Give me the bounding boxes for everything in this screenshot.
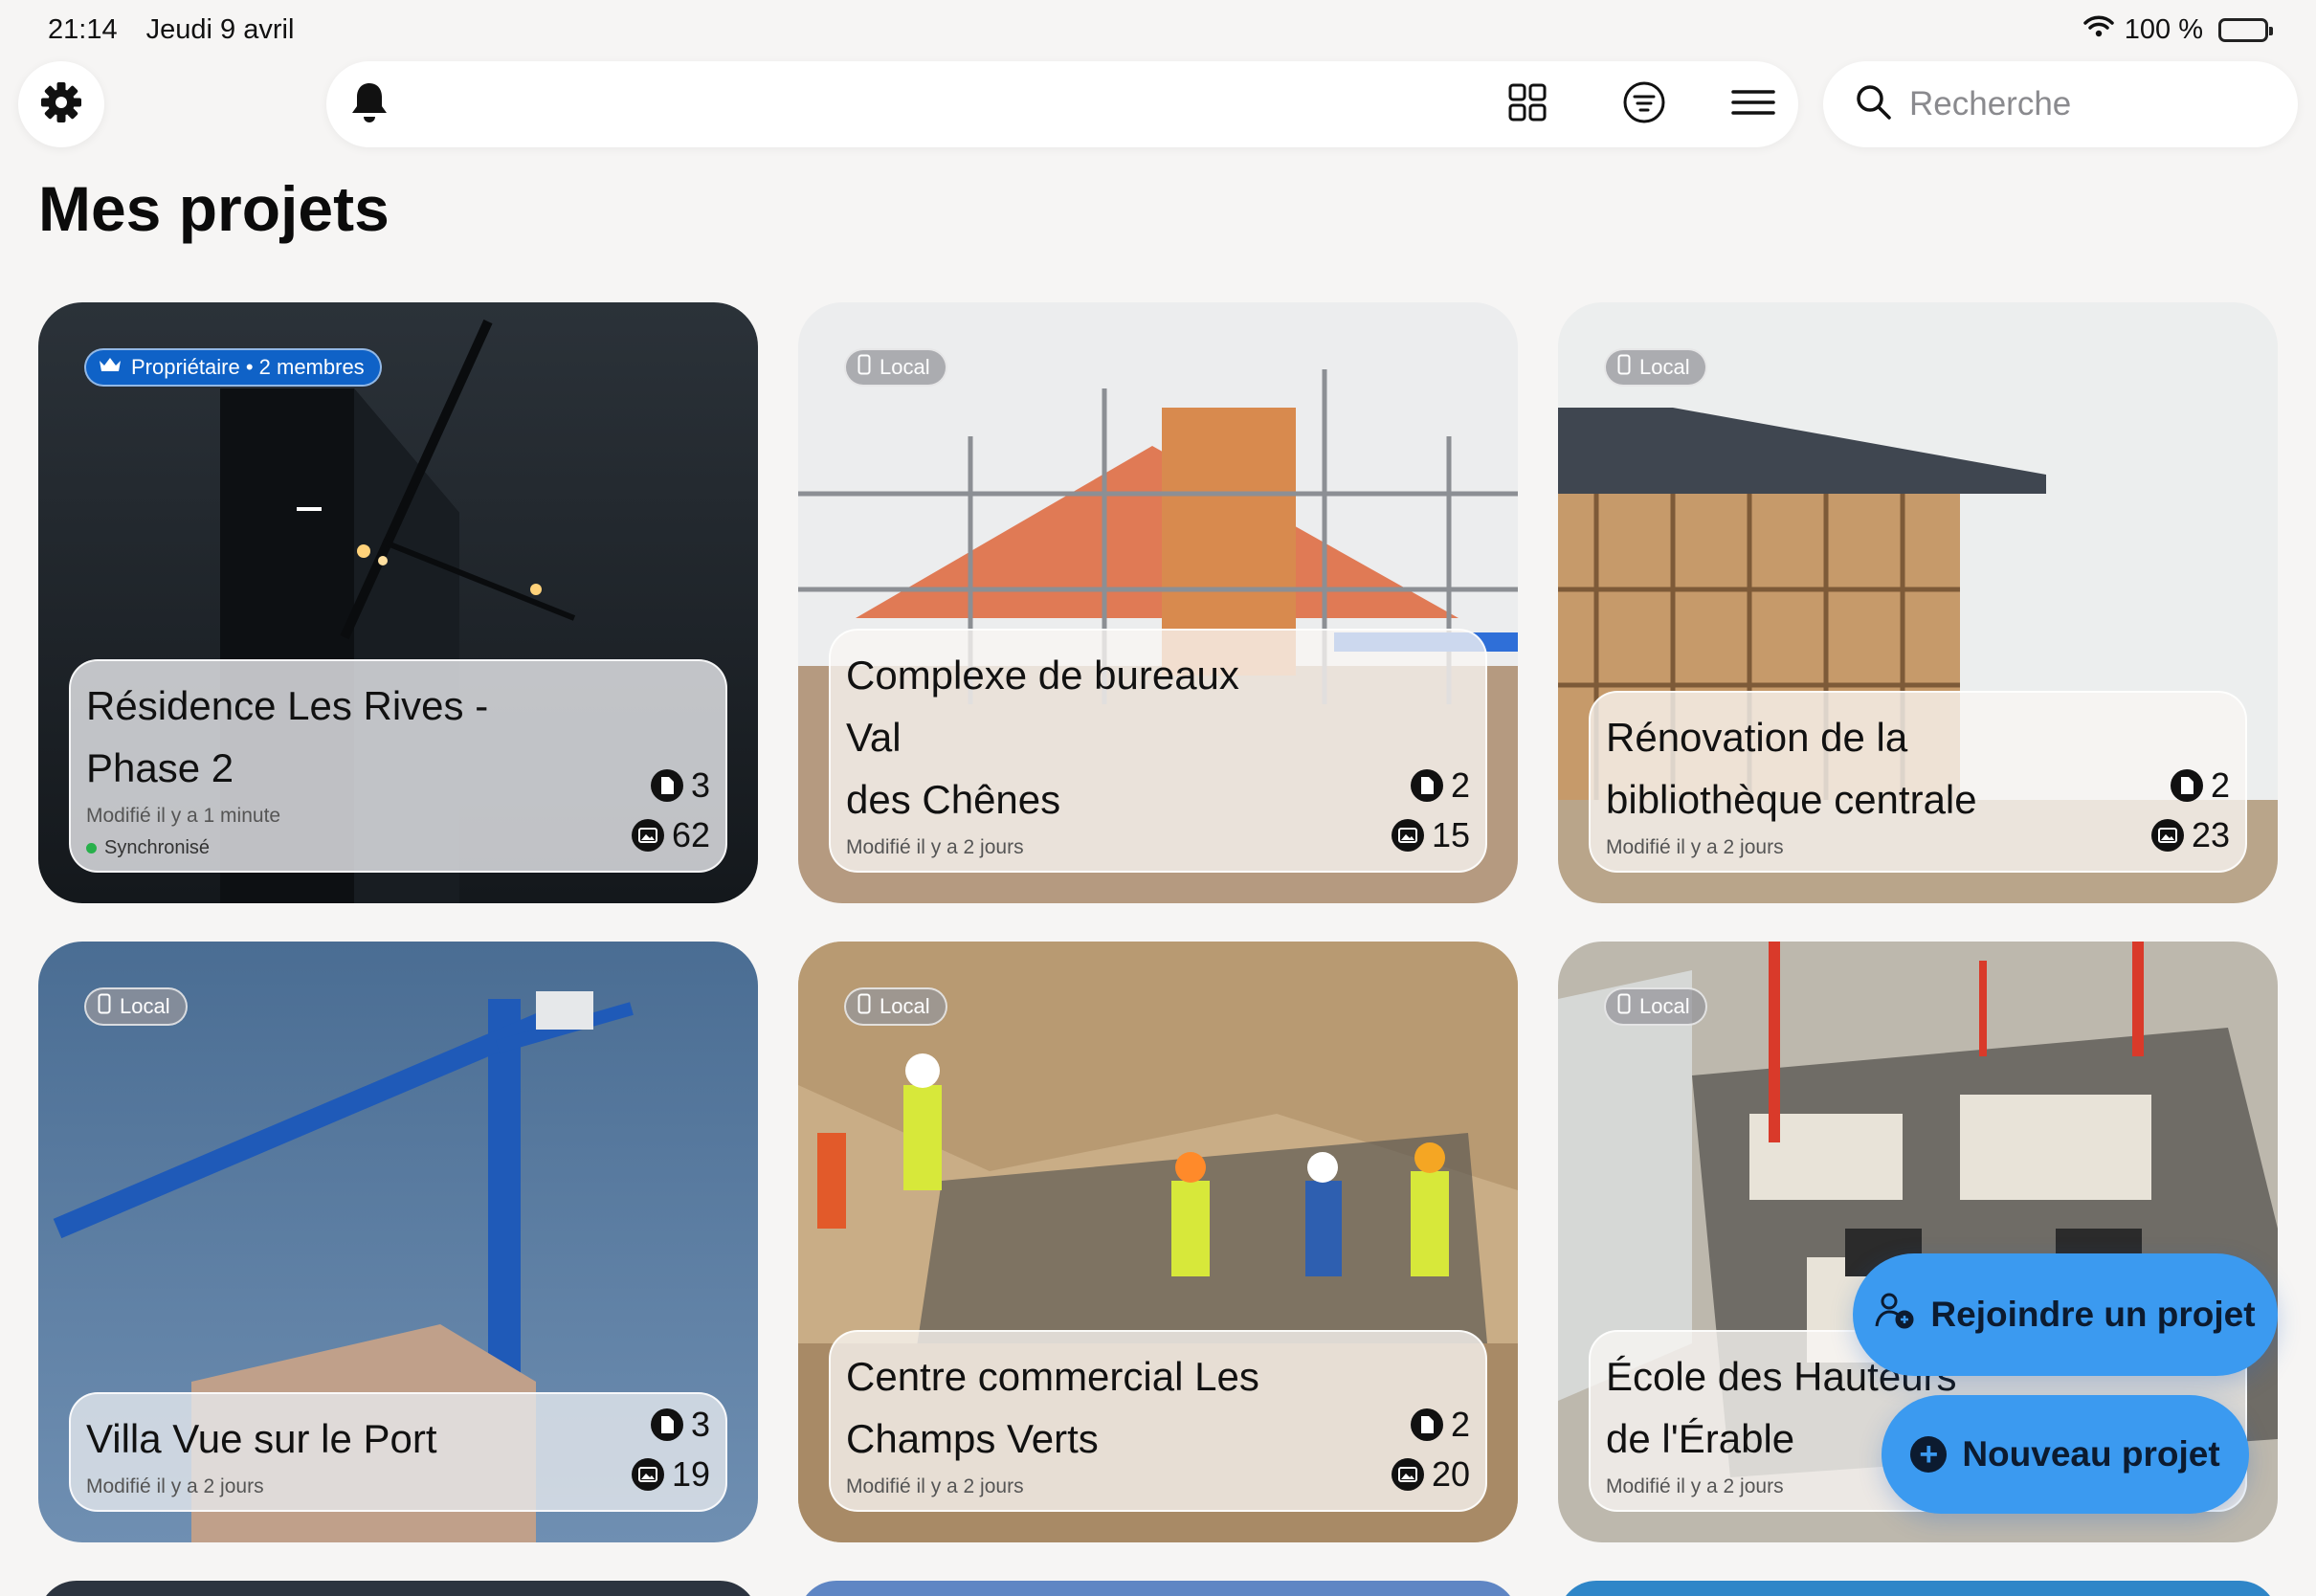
project-card-partial[interactable] xyxy=(798,1581,1518,1596)
project-card[interactable]: Local Rénovation de la bibliothèque cent… xyxy=(1558,302,2278,903)
menu-button[interactable] xyxy=(1731,82,1775,126)
join-project-button[interactable]: Rejoindre un projet xyxy=(1853,1253,2278,1376)
project-counts: 3 19 xyxy=(631,1405,710,1495)
project-name: Villa Vue sur le Port xyxy=(86,1416,437,1461)
project-info-panel: Complexe de bureaux Val des Chênes Modif… xyxy=(829,629,1487,873)
document-icon xyxy=(1410,769,1443,802)
status-time: 21:14 xyxy=(48,13,118,45)
badge-label: Local xyxy=(880,355,930,379)
search-field[interactable] xyxy=(1823,61,2298,147)
modified-date: Modifié il y a 2 jours xyxy=(1606,836,1784,858)
local-badge: Local xyxy=(1604,987,1707,1026)
modified-date: Modifié il y a 1 minute xyxy=(86,805,281,827)
add-user-icon xyxy=(1875,1292,1915,1339)
project-counts: 2 15 xyxy=(1391,765,1470,855)
documents-count: 2 xyxy=(1410,1405,1470,1445)
project-card[interactable]: Local Centre commercial Les Champs Verts… xyxy=(798,942,1518,1542)
device-icon xyxy=(857,993,871,1020)
filter-button[interactable] xyxy=(1622,80,1666,129)
badge-label: Local xyxy=(1639,994,1690,1018)
project-counts: 3 62 xyxy=(631,765,710,855)
device-icon xyxy=(1617,354,1631,381)
join-project-label: Rejoindre un projet xyxy=(1930,1295,2256,1334)
status-date: Jeudi 9 avril xyxy=(145,13,295,45)
document-icon xyxy=(1410,1408,1443,1441)
photo-icon xyxy=(631,1458,664,1491)
project-card[interactable]: Propriétaire • 2 membres Résidence Les R… xyxy=(38,302,758,903)
bell-icon xyxy=(349,80,390,129)
status-left: 21:14 Jeudi 9 avril xyxy=(48,14,294,46)
document-icon xyxy=(650,1408,683,1441)
modified-date: Modifié il y a 2 jours xyxy=(846,836,1024,858)
local-badge: Local xyxy=(1604,348,1707,387)
search-icon xyxy=(1856,84,1892,125)
project-card-partial[interactable] xyxy=(1558,1581,2278,1596)
project-info-panel: Résidence Les Rives - Phase 2 Modifié il… xyxy=(69,659,727,873)
photo-icon xyxy=(1391,819,1424,852)
settings-button[interactable] xyxy=(18,61,104,147)
project-card-partial[interactable] xyxy=(38,1581,758,1596)
project-name: Résidence Les Rives - Phase 2 xyxy=(86,683,489,790)
photo-icon xyxy=(1391,1458,1424,1491)
photos-count: 20 xyxy=(1391,1454,1470,1495)
project-card[interactable]: Local Villa Vue sur le Port Modifié il y… xyxy=(38,942,758,1542)
project-name: Centre commercial Les Champs Verts xyxy=(846,1354,1259,1461)
plus-icon: + xyxy=(1910,1436,1948,1473)
device-icon xyxy=(857,354,871,381)
new-project-label: Nouveau projet xyxy=(1962,1434,2220,1474)
menu-icon xyxy=(1731,88,1775,122)
local-badge: Local xyxy=(844,987,947,1026)
grid-icon xyxy=(1507,82,1548,127)
crown-icon xyxy=(98,355,122,380)
documents-count: 3 xyxy=(650,1405,710,1445)
local-badge: Local xyxy=(844,348,947,387)
badge-label: Local xyxy=(120,994,170,1018)
status-bar: 21:14 Jeudi 9 avril 100 % xyxy=(0,0,2316,59)
documents-count: 3 xyxy=(650,765,710,806)
battery-percent: 100 % xyxy=(2124,13,2203,45)
documents-count: 2 xyxy=(1410,765,1470,806)
sync-dot-icon xyxy=(86,843,97,853)
project-counts: 2 23 xyxy=(2150,765,2230,855)
top-toolbar xyxy=(326,61,1798,147)
sync-status: Synchronisé xyxy=(86,837,710,859)
document-icon xyxy=(2170,769,2203,802)
new-project-button[interactable]: + Nouveau projet xyxy=(1882,1395,2249,1514)
owner-badge: Propriétaire • 2 membres xyxy=(84,348,382,387)
badge-label: Local xyxy=(880,994,930,1018)
battery-icon xyxy=(2218,17,2273,42)
project-counts: 2 20 xyxy=(1391,1405,1470,1495)
page-title: Mes projets xyxy=(38,173,390,244)
photos-count: 62 xyxy=(631,815,710,855)
local-badge: Local xyxy=(84,987,188,1026)
device-icon xyxy=(1617,993,1631,1020)
badge-label: Propriétaire • 2 membres xyxy=(131,355,365,379)
search-input[interactable] xyxy=(1909,85,2273,123)
notifications-button[interactable] xyxy=(347,82,391,126)
filter-icon xyxy=(1622,80,1666,129)
document-icon xyxy=(650,769,683,802)
device-icon xyxy=(98,993,111,1020)
project-name: Complexe de bureaux Val des Chênes xyxy=(846,653,1239,822)
project-info-panel: Rénovation de la bibliothèque centrale M… xyxy=(1589,691,2247,873)
photo-icon xyxy=(2150,819,2184,852)
project-info-panel: Villa Vue sur le Port Modifié il y a 2 j… xyxy=(69,1392,727,1512)
gear-icon xyxy=(39,80,83,129)
photo-icon xyxy=(631,819,664,852)
project-card[interactable]: Local Complexe de bureaux Val des Chênes… xyxy=(798,302,1518,903)
modified-date: Modifié il y a 2 jours xyxy=(846,1475,1024,1497)
modified-date: Modifié il y a 2 jours xyxy=(86,1475,264,1497)
photos-count: 23 xyxy=(2150,815,2230,855)
documents-count: 2 xyxy=(2170,765,2230,806)
photos-count: 15 xyxy=(1391,815,1470,855)
wifi-icon xyxy=(2082,13,2115,46)
photos-count: 19 xyxy=(631,1454,710,1495)
project-name: Rénovation de la bibliothèque centrale xyxy=(1606,715,1977,822)
grid-view-button[interactable] xyxy=(1505,82,1549,126)
badge-label: Local xyxy=(1639,355,1690,379)
project-info-panel: Centre commercial Les Champs Verts Modif… xyxy=(829,1330,1487,1512)
status-right: 100 % xyxy=(2082,13,2273,46)
